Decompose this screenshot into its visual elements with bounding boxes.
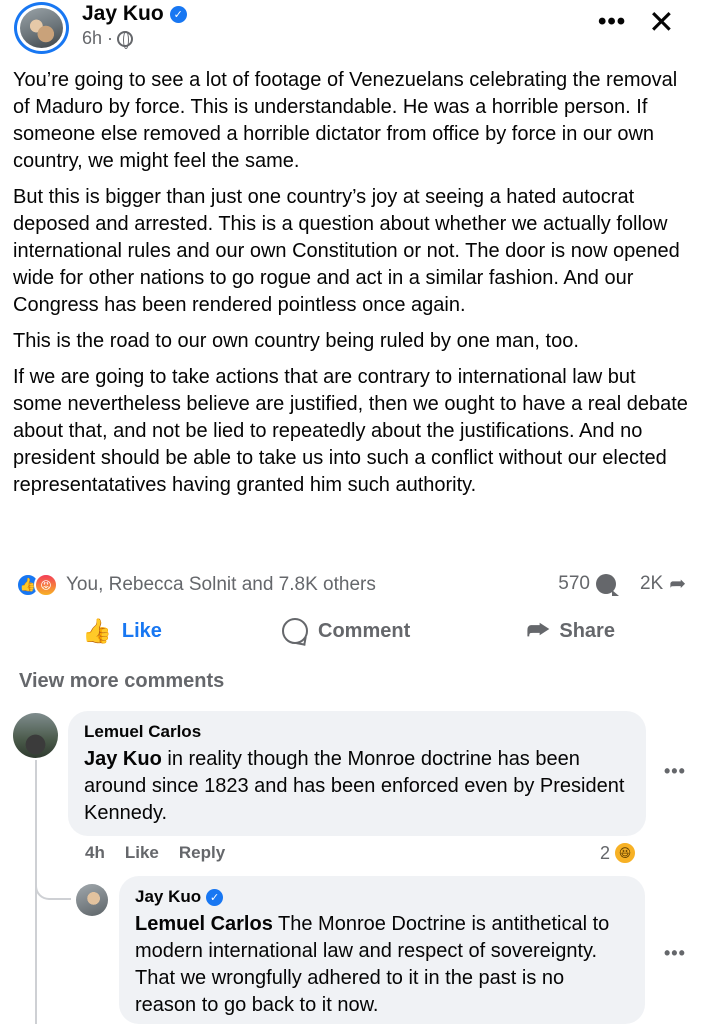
commenter-avatar[interactable] [13,713,58,758]
close-icon[interactable]: ✕ [648,6,675,38]
comment-reactions[interactable]: 2 😆 [600,841,638,865]
engagement-counts: 570 2K ➦ [558,571,686,596]
comment-bubble-icon [595,573,619,596]
reactions-text[interactable]: You, Rebecca Solnit and 7.8K others [66,574,376,596]
action-bar: 👍 Like Comment ⮫ Share [0,612,701,650]
post-more-options-icon[interactable]: ••• [598,8,626,36]
comment-reply-button[interactable]: Reply [179,843,225,863]
comment-time[interactable]: 4h [85,843,105,863]
share-count[interactable]: 2K [640,573,663,595]
verified-badge-icon: ✓ [169,5,187,23]
reply-text: Lemuel Carlos The Monroe Doctrine is ant… [135,911,629,1019]
comment-text: Jay Kuo in reality though the Monroe doc… [84,746,630,827]
comment-like-button[interactable]: Like [125,843,159,863]
share-label: Share [559,619,615,642]
globe-icon [117,30,134,49]
comment-more-options-icon[interactable]: ••• [664,761,686,782]
comment-reaction-count: 2 [600,842,611,863]
commenter-name[interactable]: Lemuel Carlos [84,722,630,742]
comment-count[interactable]: 570 [558,573,590,595]
commenter-name-text[interactable]: Lemuel Carlos [84,722,201,742]
author-avatar-image [20,8,63,48]
post-time[interactable]: 6h · [82,28,113,49]
like-button[interactable]: 👍 Like [82,612,162,650]
comment-meta: 4h Like Reply [85,843,225,863]
comment-icon [282,618,308,644]
like-label: Like [121,619,162,642]
share-button[interactable]: ⮫ Share [527,612,615,650]
post-body: You’re going to see a lot of footage of … [13,67,688,508]
view-more-comments-link[interactable]: View more comments [19,670,224,693]
reply-author-avatar[interactable] [76,884,108,916]
reply-author-name-text[interactable]: Jay Kuo [135,887,201,907]
verified-badge-icon: ✓ [206,888,224,906]
comment-label: Comment [318,619,411,642]
comment-button[interactable]: Comment [282,612,410,650]
angry-reaction-icon: 😡 [34,573,58,597]
post-paragraph: But this is bigger than just one country… [13,186,680,316]
post-meta: 6h · [82,28,134,49]
post-author-name[interactable]: Jay Kuo [82,2,164,26]
post-paragraph: If we are going to take actions that are… [13,366,688,496]
reply-author-name[interactable]: Jay Kuo ✓ [135,887,629,907]
post-paragraph: You’re going to see a lot of footage of … [13,69,678,172]
share-arrow-icon: ➦ [669,573,686,595]
mention-tag[interactable]: Lemuel Carlos [135,913,273,935]
reply-bubble: Jay Kuo ✓ Lemuel Carlos The Monroe Doctr… [119,876,645,1024]
thumbs-up-icon: 👍 [82,617,112,645]
post-paragraph: This is the road to our own country bein… [13,330,579,352]
post-author[interactable]: Jay Kuo ✓ [82,2,187,26]
comment-body: in reality though the Monroe doctrine ha… [84,748,625,824]
mention-tag[interactable]: Jay Kuo [84,748,162,770]
reply-more-options-icon[interactable]: ••• [664,943,686,964]
share-icon: ⮫ [527,617,550,644]
reactions-summary[interactable]: 👍 😡 You, Rebecca Solnit and 7.8K others … [16,571,696,599]
thread-branch [35,860,71,900]
author-avatar[interactable] [14,2,69,54]
haha-reaction-icon: 😆 [613,841,638,865]
comment-bubble: Lemuel Carlos Jay Kuo in reality though … [68,711,646,836]
